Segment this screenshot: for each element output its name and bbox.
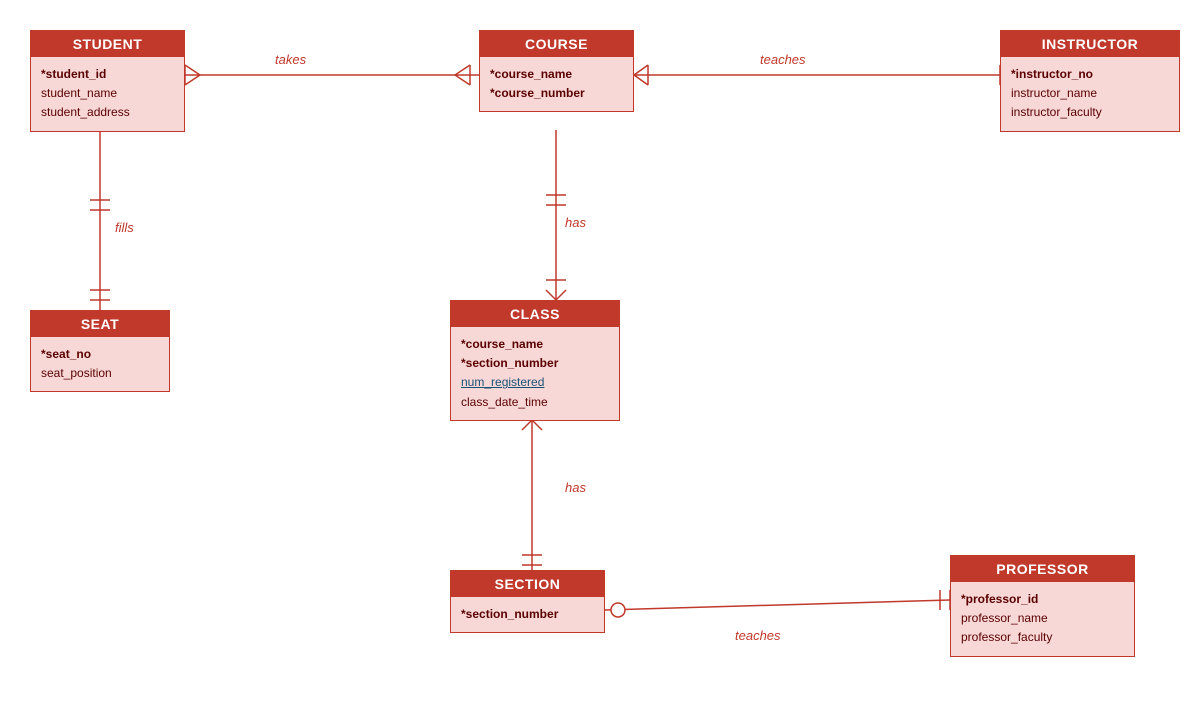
course-header: COURSE bbox=[480, 31, 633, 57]
professor-field-1: professor_name bbox=[961, 609, 1124, 628]
course-field-0: *course_name bbox=[490, 65, 623, 84]
professor-body: *professor_id professor_name professor_f… bbox=[951, 582, 1134, 656]
student-entity: STUDENT *student_id student_name student… bbox=[30, 30, 185, 132]
student-field-0: *student_id bbox=[41, 65, 174, 84]
course-entity: COURSE *course_name *course_number bbox=[479, 30, 634, 112]
professor-field-2: professor_faculty bbox=[961, 628, 1124, 647]
class-body: *course_name *section_number num_registe… bbox=[451, 327, 619, 420]
instructor-entity: INSTRUCTOR *instructor_no instructor_nam… bbox=[1000, 30, 1180, 132]
student-field-2: student_address bbox=[41, 103, 174, 122]
seat-entity: SEAT *seat_no seat_position bbox=[30, 310, 170, 392]
professor-header: PROFESSOR bbox=[951, 556, 1134, 582]
student-field-1: student_name bbox=[41, 84, 174, 103]
instructor-field-0: *instructor_no bbox=[1011, 65, 1169, 84]
seat-body: *seat_no seat_position bbox=[31, 337, 169, 391]
student-header: STUDENT bbox=[31, 31, 184, 57]
instructor-field-2: instructor_faculty bbox=[1011, 103, 1169, 122]
class-header: CLASS bbox=[451, 301, 619, 327]
professor-entity: PROFESSOR *professor_id professor_name p… bbox=[950, 555, 1135, 657]
course-field-1: *course_number bbox=[490, 84, 623, 103]
teaches-instructor-label: teaches bbox=[760, 52, 806, 67]
instructor-body: *instructor_no instructor_name instructo… bbox=[1001, 57, 1179, 131]
takes-label: takes bbox=[275, 52, 306, 67]
fills-label: fills bbox=[115, 220, 134, 235]
professor-field-0: *professor_id bbox=[961, 590, 1124, 609]
has-class-label: has bbox=[565, 215, 586, 230]
class-field-1: *section_number bbox=[461, 354, 609, 373]
instructor-field-1: instructor_name bbox=[1011, 84, 1169, 103]
class-field-2: num_registered bbox=[461, 373, 609, 392]
seat-header: SEAT bbox=[31, 311, 169, 337]
section-header: SECTION bbox=[451, 571, 604, 597]
student-body: *student_id student_name student_address bbox=[31, 57, 184, 131]
class-field-3: class_date_time bbox=[461, 393, 609, 412]
class-field-0: *course_name bbox=[461, 335, 609, 354]
has-section-label: has bbox=[565, 480, 586, 495]
instructor-header: INSTRUCTOR bbox=[1001, 31, 1179, 57]
section-entity: SECTION *section_number bbox=[450, 570, 605, 633]
seat-field-1: seat_position bbox=[41, 364, 159, 383]
class-entity: CLASS *course_name *section_number num_r… bbox=[450, 300, 620, 421]
section-field-0: *section_number bbox=[461, 605, 594, 624]
seat-field-0: *seat_no bbox=[41, 345, 159, 364]
course-body: *course_name *course_number bbox=[480, 57, 633, 111]
section-body: *section_number bbox=[451, 597, 604, 632]
teaches-professor-label: teaches bbox=[735, 628, 781, 643]
diagram-container: takes teaches fills has has teaches STUD… bbox=[0, 0, 1201, 724]
